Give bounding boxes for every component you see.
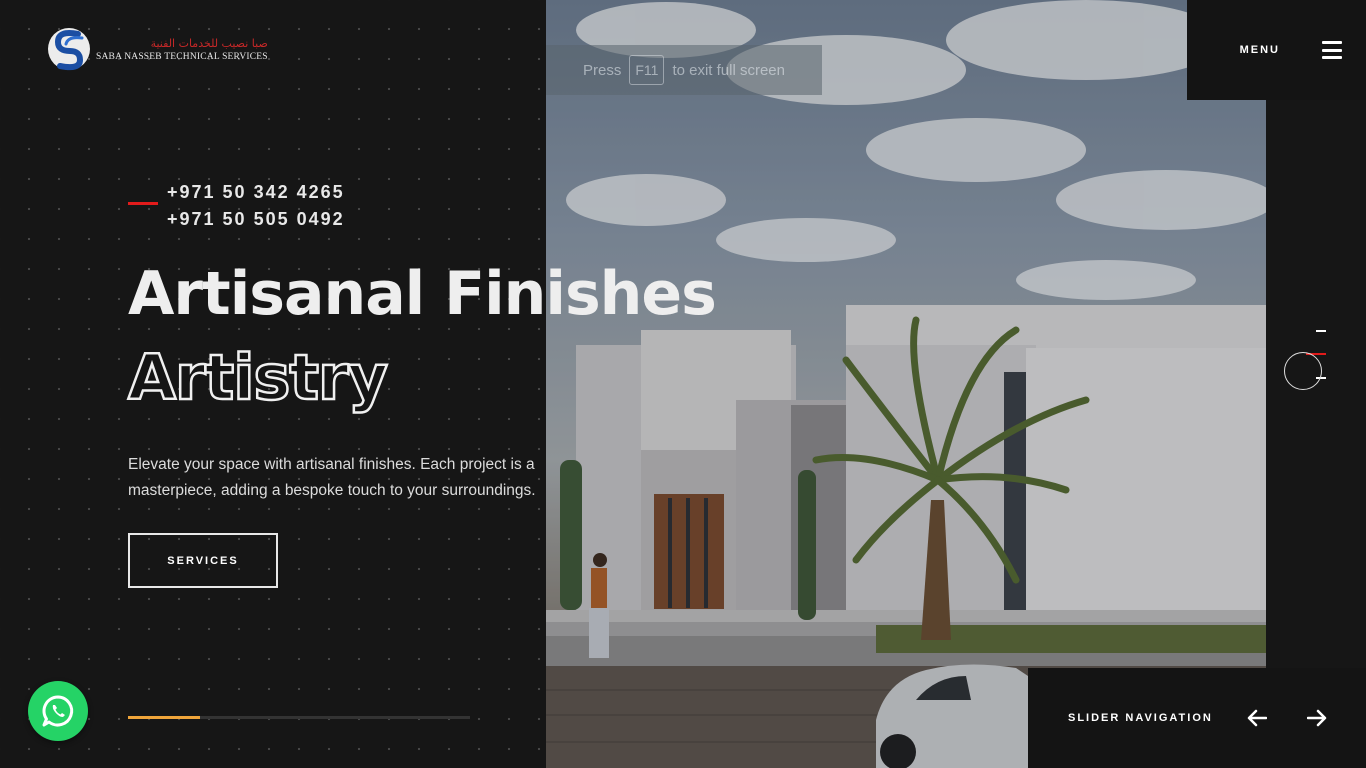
fullscreen-notice-suffix: to exit full screen: [672, 61, 785, 79]
brand-name-arabic: صبا نصيب للخدمات الفنية: [150, 36, 268, 50]
phone-list: +971 50 342 4265 +971 50 505 0492: [167, 182, 345, 230]
prev-slide-button[interactable]: [1246, 707, 1268, 729]
hero-title: Artisanal Finishes: [128, 259, 717, 329]
menu-toggle[interactable]: MENU: [1187, 0, 1366, 100]
hero-description: Elevate your space with artisanal finish…: [128, 456, 536, 499]
next-slide-button[interactable]: [1306, 707, 1328, 729]
whatsapp-button[interactable]: [28, 681, 88, 741]
whatsapp-icon: [42, 695, 74, 727]
slide-indicator-circle: [1284, 352, 1322, 390]
slide-indicator[interactable]: [1282, 320, 1342, 400]
fullscreen-key: F11: [629, 55, 665, 85]
logo[interactable]: صبا نصيب للخدمات الفنية SABA NASSEB TECH…: [46, 24, 268, 74]
slider-navigation: SLIDER NAVIGATION: [1028, 668, 1366, 768]
logo-mark-icon: [48, 28, 90, 71]
phone-link-2[interactable]: +971 50 505 0492: [167, 209, 345, 230]
slide-progress-fill: [128, 716, 200, 719]
arrow-right-icon: [1307, 709, 1327, 727]
fullscreen-notice-prefix: Press: [583, 61, 622, 79]
hamburger-icon[interactable]: [1322, 41, 1342, 59]
slide-progress: [128, 716, 470, 719]
menu-label: MENU: [1239, 44, 1280, 56]
hero-title-outline: Artistry: [127, 340, 389, 415]
hero-image: [546, 0, 1266, 768]
phone-link-1[interactable]: +971 50 342 4265: [167, 182, 345, 203]
slider-nav-label: SLIDER NAVIGATION: [1068, 712, 1213, 724]
image-overlay: [546, 0, 1266, 768]
fullscreen-notice: Press F11 to exit full screen: [546, 45, 822, 95]
accent-line: [128, 202, 158, 205]
arrow-left-icon: [1247, 709, 1267, 727]
services-button[interactable]: SERVICES: [128, 533, 278, 588]
brand-name-english: SABA NASSEB TECHNICAL SERVICES: [96, 51, 268, 62]
slide-dot-1[interactable]: [1316, 330, 1326, 332]
